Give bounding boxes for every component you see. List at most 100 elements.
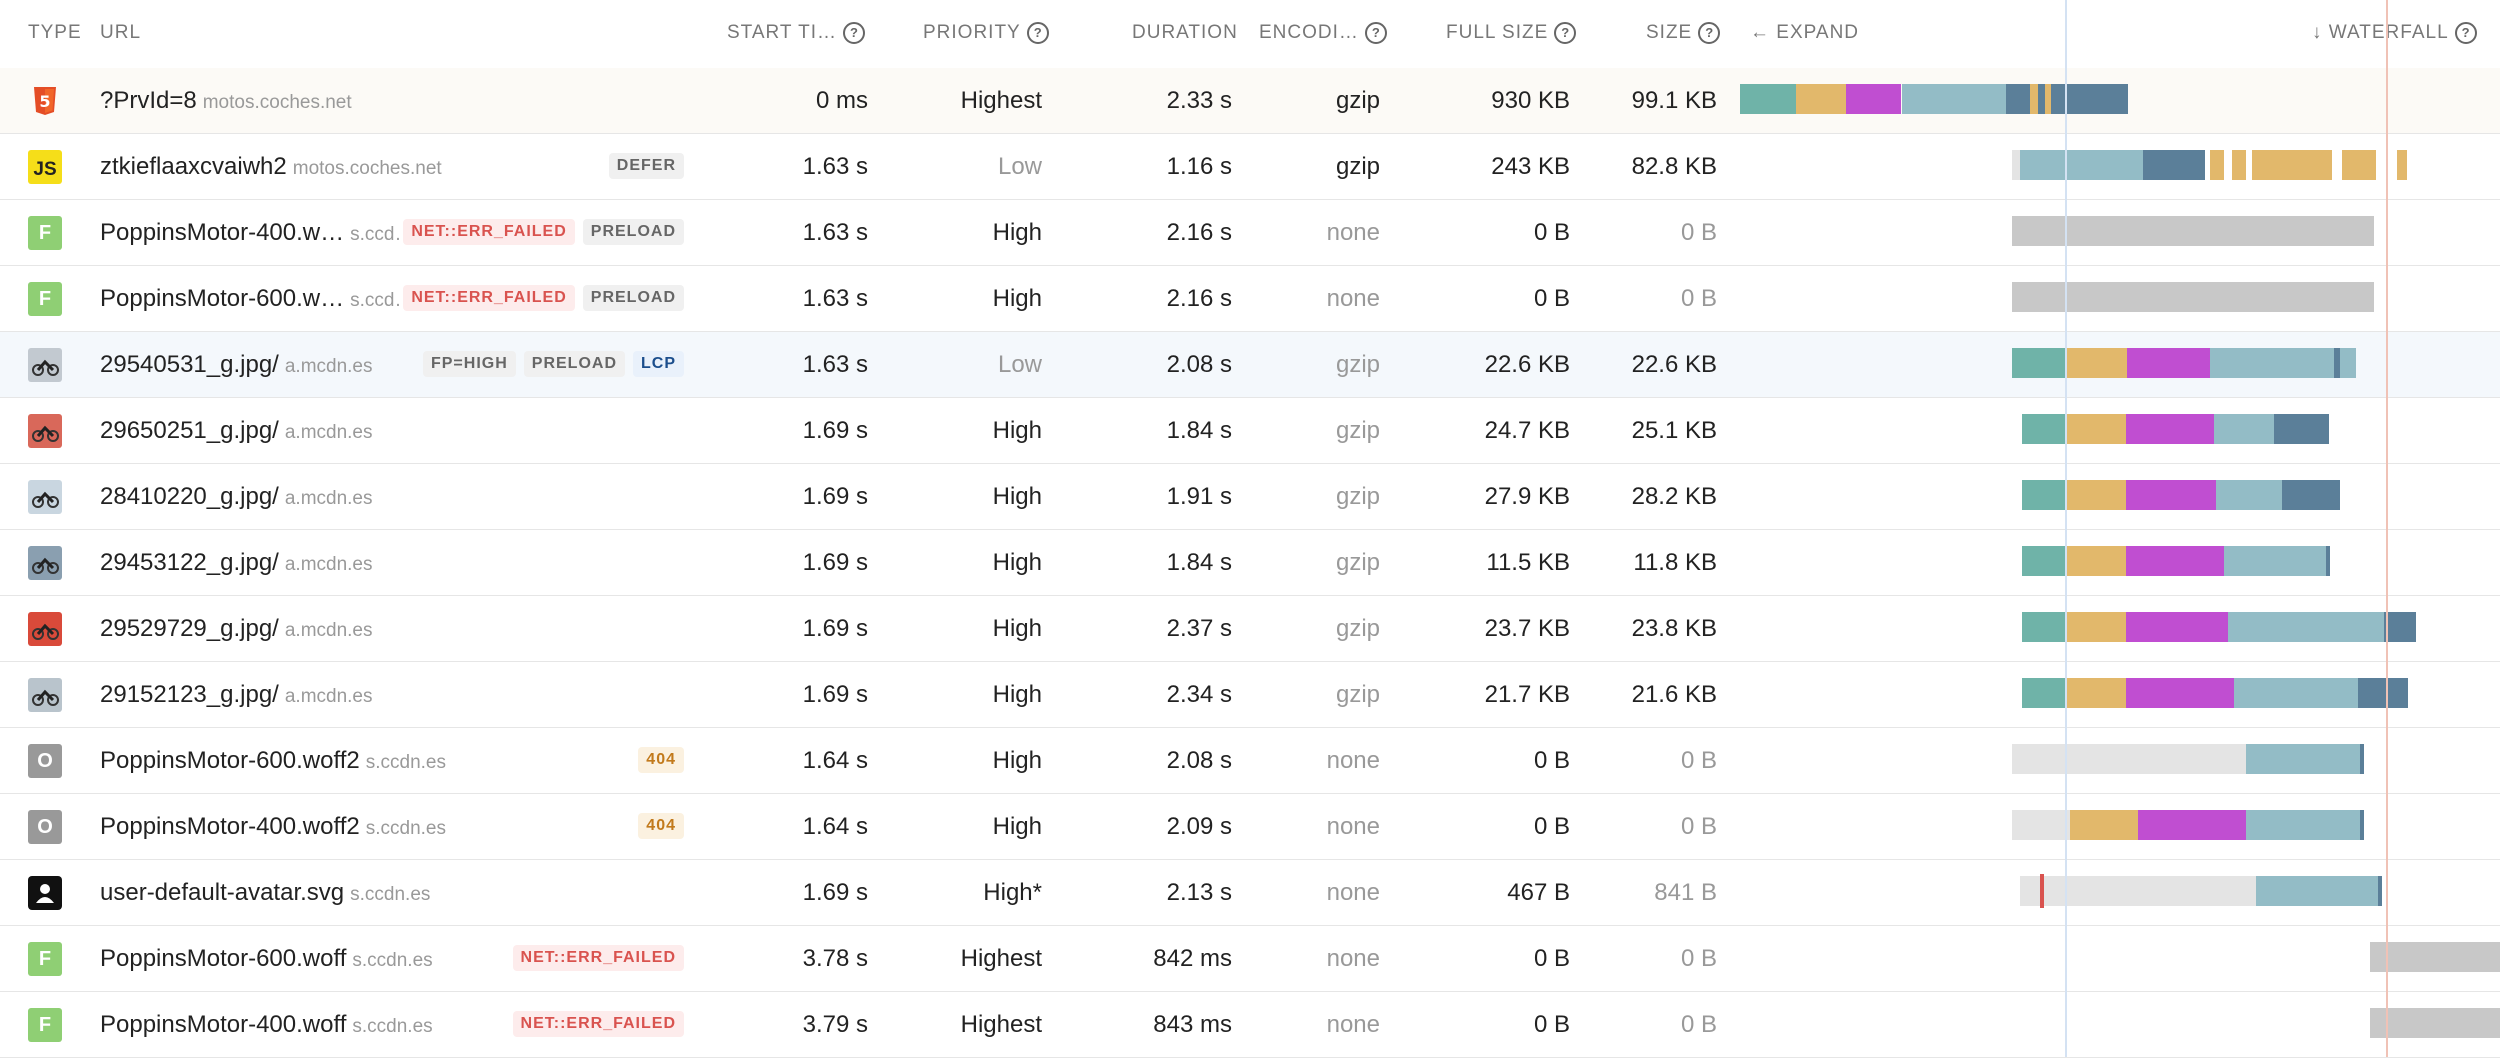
col-url-header[interactable]: URL: [100, 22, 141, 44]
col-waterfall-label: WATERFALL: [2328, 22, 2449, 44]
waterfall-segment: [2022, 612, 2066, 642]
waterfall-segment: [1902, 84, 2007, 114]
waterfall-bar[interactable]: [0, 200, 2500, 265]
waterfall-segment: [2126, 678, 2234, 708]
waterfall-segment: [2370, 1008, 2500, 1038]
table-row[interactable]: 5 ?PrvId=8 motos.coches.net 0 ms Highest 2.33…: [0, 68, 2500, 134]
waterfall-segment: [2246, 810, 2362, 840]
table-header: TYPE URL START TI…? PRIORITY? DURATION E…: [0, 0, 2500, 69]
waterfall-segment: [2384, 612, 2416, 642]
table-row[interactable]: 29529729_g.jpg/a.mcdn.es 1.69 s High 2.37 s…: [0, 596, 2500, 662]
help-icon[interactable]: ?: [843, 22, 866, 44]
table-row[interactable]: O PoppinsMotor-400.woff2 s.ccdn.es 404 1.64 …: [0, 794, 2500, 860]
waterfall-segment: [2126, 414, 2214, 444]
col-priority-label: PRIORITY: [923, 22, 1021, 44]
table-row[interactable]: JS ztkieflaaxcvaiwh2 motos.coches.net DEFER…: [0, 134, 2500, 200]
table-row[interactable]: 29650251_g.jpg/a.mcdn.es 1.69 s High 1.84 s…: [0, 398, 2500, 464]
waterfall-segment: [2066, 414, 2126, 444]
waterfall-segment: [2006, 84, 2128, 114]
help-icon[interactable]: ?: [1364, 22, 1387, 44]
waterfall-segment: [2126, 546, 2224, 576]
col-start-time-header[interactable]: START TI…?: [727, 22, 866, 44]
waterfall-bar[interactable]: [0, 530, 2500, 595]
table-row[interactable]: user-default-avatar.svg s.ccdn.es 1.69 s Hi…: [0, 860, 2500, 926]
waterfall-segment: [2126, 612, 2228, 642]
waterfall-segment: [2232, 150, 2246, 180]
waterfall-segment: [2022, 480, 2066, 510]
expand-button[interactable]: ← EXPAND: [1750, 22, 1859, 44]
waterfall-segment: [1796, 84, 1846, 114]
table-row[interactable]: 28410220_g.jpg/a.mcdn.es 1.69 s High 1.91 s…: [0, 464, 2500, 530]
waterfall-bar[interactable]: [0, 926, 2500, 991]
waterfall-segment: [2022, 546, 2066, 576]
help-icon[interactable]: ?: [1698, 22, 1721, 44]
fcp-marker-line: [2065, 0, 2067, 1057]
waterfall-segment: [2020, 876, 2260, 906]
table-row[interactable]: F PoppinsMotor-600.w… s.ccd… NET::ERR_FAILE…: [0, 266, 2500, 332]
arrow-down-icon: ↓: [2312, 22, 2323, 44]
col-duration-header[interactable]: DURATION: [1132, 22, 1238, 44]
waterfall-segment: [2252, 150, 2332, 180]
waterfall-segment: [2030, 84, 2038, 114]
waterfall-segment: [2040, 874, 2044, 908]
waterfall-bar[interactable]: [0, 794, 2500, 859]
waterfall-segment: [2340, 348, 2356, 378]
waterfall-segment: [2360, 744, 2364, 774]
waterfall-segment: [2358, 678, 2408, 708]
waterfall-bar[interactable]: [0, 68, 2500, 133]
waterfall-bar[interactable]: [0, 134, 2500, 199]
waterfall-segment: [2282, 480, 2314, 510]
table-row[interactable]: F PoppinsMotor-400.woff s.ccdn.es NET::ERR_…: [0, 992, 2500, 1058]
table-row[interactable]: O PoppinsMotor-600.woff2 s.ccdn.es 404 1.64 …: [0, 728, 2500, 794]
expand-label: EXPAND: [1776, 22, 1860, 43]
col-waterfall-header[interactable]: ↓ WATERFALL?: [2312, 22, 2477, 44]
waterfall-bar[interactable]: [0, 662, 2500, 727]
waterfall-bar[interactable]: [0, 596, 2500, 661]
waterfall-bar[interactable]: [0, 992, 2500, 1057]
table-row[interactable]: 29540531_g.jpg/a.mcdn.es FP=HIGH PRELOAD LC…: [0, 332, 2500, 398]
waterfall-segment: [2020, 150, 2143, 180]
waterfall-segment: [2256, 876, 2378, 906]
col-type-header[interactable]: TYPE: [28, 22, 82, 44]
col-priority-header[interactable]: PRIORITY?: [923, 22, 1049, 44]
table-row[interactable]: 29152123_g.jpg/a.mcdn.es 1.69 s High 2.34 s…: [0, 662, 2500, 728]
waterfall-segment: [2022, 678, 2066, 708]
waterfall-segment: [2022, 414, 2066, 444]
waterfall-segment: [2066, 546, 2126, 576]
lcp-marker-line: [2386, 0, 2388, 1057]
col-full-size-header[interactable]: FULL SIZE?: [1446, 22, 1577, 44]
waterfall-segment: [2127, 348, 2210, 378]
waterfall-bar[interactable]: [0, 266, 2500, 331]
waterfall-segment: [2234, 678, 2358, 708]
waterfall-segment: [2314, 480, 2340, 510]
waterfall-bar[interactable]: [0, 332, 2500, 397]
waterfall-bar[interactable]: [0, 398, 2500, 463]
col-encoding-label: ENCODI…: [1259, 22, 1359, 44]
waterfall-segment: [2012, 744, 2246, 774]
col-start-time-label: START TI…: [727, 22, 838, 44]
waterfall-bar[interactable]: [0, 860, 2500, 925]
waterfall-segment: [2378, 876, 2382, 906]
waterfall-segment: [2224, 546, 2328, 576]
help-icon[interactable]: ?: [1026, 22, 1049, 44]
waterfall-segment: [2210, 348, 2334, 378]
waterfall-segment: [2216, 480, 2282, 510]
waterfall-segment: [2326, 546, 2330, 576]
table-row[interactable]: 29453122_g.jpg/a.mcdn.es 1.69 s High 1.84 s…: [0, 530, 2500, 596]
help-icon[interactable]: ?: [1554, 22, 1577, 44]
waterfall-segment: [2138, 810, 2246, 840]
waterfall-segment: [2397, 150, 2407, 180]
col-encoding-header[interactable]: ENCODI…?: [1259, 22, 1387, 44]
waterfall-bar[interactable]: [0, 464, 2500, 529]
table-row[interactable]: F PoppinsMotor-600.woff s.ccdn.es NET::ERR_…: [0, 926, 2500, 992]
col-full-size-label: FULL SIZE: [1446, 22, 1549, 44]
waterfall-segment: [2012, 150, 2020, 180]
table-row[interactable]: F PoppinsMotor-400.w… s.ccd… NET::ERR_FAILE…: [0, 200, 2500, 266]
help-icon[interactable]: ?: [2454, 22, 2477, 44]
waterfall-segment: [2210, 150, 2224, 180]
waterfall-segment: [2066, 678, 2126, 708]
waterfall-segment: [2012, 810, 2070, 840]
waterfall-segment: [2370, 942, 2500, 972]
col-size-header[interactable]: SIZE?: [1646, 22, 1721, 44]
waterfall-bar[interactable]: [0, 728, 2500, 793]
